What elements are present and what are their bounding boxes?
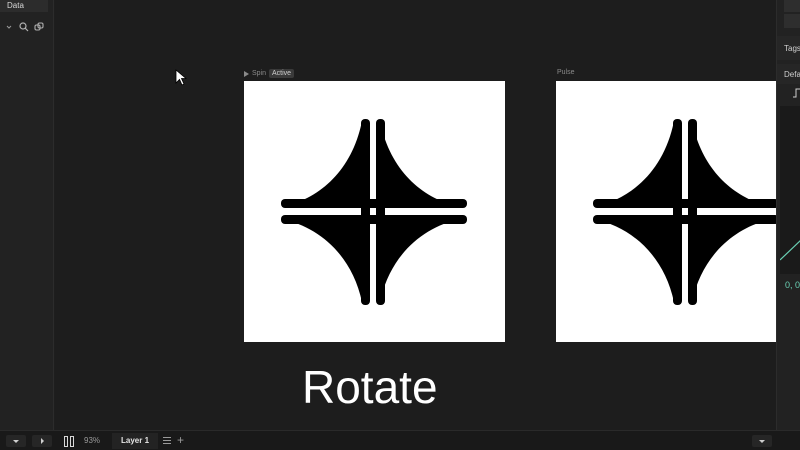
- layer-tab[interactable]: Layer 1: [112, 433, 159, 449]
- active-badge: Active: [269, 69, 295, 78]
- left-toolbar: [4, 22, 44, 32]
- artboard-label-spin[interactable]: Spin Active: [244, 69, 295, 78]
- artboard-name: Spin: [252, 70, 267, 77]
- step-curve-icon[interactable]: [793, 88, 800, 98]
- add-layer-icon[interactable]: +: [177, 434, 184, 446]
- four-point-star-logo: [593, 119, 776, 305]
- right-panel: Tags Defa 0, 0: [776, 0, 800, 430]
- value-readout: 0, 0: [785, 280, 800, 290]
- caption-rotate: Rotate: [302, 361, 438, 413]
- easing-curve: [780, 240, 800, 261]
- default-label: Defa: [784, 70, 800, 79]
- artboard-name: Pulse: [557, 69, 575, 76]
- list-icon[interactable]: [163, 437, 171, 444]
- left-panel: Data: [0, 0, 54, 430]
- chevron-down-icon[interactable]: [4, 22, 14, 32]
- cursor-arrow-icon: [175, 69, 187, 86]
- pause-icon[interactable]: [64, 436, 75, 447]
- collapse-button[interactable]: [6, 435, 26, 447]
- canvas[interactable]: Spin Active Pulse Rotate: [55, 0, 776, 430]
- four-point-star-logo: [281, 119, 467, 305]
- artboard-pulse[interactable]: [556, 81, 776, 342]
- link-icon[interactable]: [34, 22, 44, 32]
- chevron-down-icon: [13, 439, 19, 443]
- tags-label: Tags: [784, 44, 800, 53]
- data-tab[interactable]: Data: [0, 0, 48, 12]
- chevron-right-icon: [40, 438, 44, 444]
- expand-button[interactable]: [32, 435, 52, 447]
- panel-button[interactable]: [784, 14, 800, 28]
- zoom-level[interactable]: 93%: [84, 436, 100, 445]
- dropdown-button[interactable]: [752, 435, 772, 447]
- search-icon[interactable]: [19, 22, 29, 32]
- chevron-down-icon: [759, 439, 765, 443]
- artboard-label-pulse[interactable]: Pulse: [557, 69, 575, 76]
- artboard-spin[interactable]: [244, 81, 505, 342]
- play-icon: [244, 70, 249, 77]
- panel-button[interactable]: [784, 0, 800, 12]
- bottom-bar: 93% Layer 1 +: [0, 430, 800, 450]
